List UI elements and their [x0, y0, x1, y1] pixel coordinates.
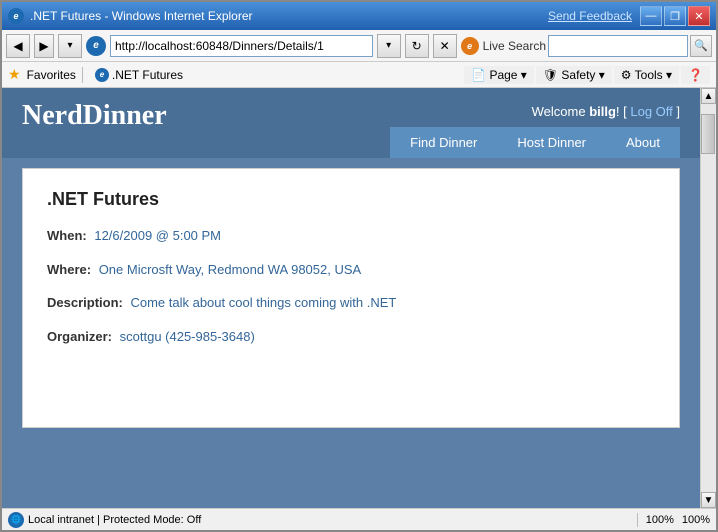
- nd-where-value: One Microsft Way, Redmond WA 98052, USA: [99, 262, 362, 277]
- minimize-button[interactable]: —: [640, 6, 662, 26]
- status-bar: 🌐 Local intranet | Protected Mode: Off 1…: [2, 508, 716, 530]
- nd-welcome-area: Welcome billg! [ Log Off ]: [532, 104, 680, 119]
- restore-button[interactable]: ❐: [664, 6, 686, 26]
- nd-welcome-text: Welcome: [532, 104, 590, 119]
- live-search-label: Live Search: [483, 39, 546, 53]
- window-title: .NET Futures - Windows Internet Explorer: [30, 9, 253, 23]
- tab-icon: e: [95, 68, 109, 82]
- nd-description-value: Come talk about cool things coming with …: [130, 295, 396, 310]
- browser-window: e .NET Futures - Windows Internet Explor…: [0, 0, 718, 532]
- page-menu-button[interactable]: 📄 Page ▾: [464, 66, 534, 84]
- help-button[interactable]: ❓: [681, 66, 710, 84]
- zoom-value: 100%: [682, 514, 710, 526]
- title-bar: e .NET Futures - Windows Internet Explor…: [2, 2, 716, 30]
- safety-menu-button[interactable]: 🛡 Safety ▾: [536, 66, 612, 84]
- browser-logo-icon: e: [8, 8, 24, 24]
- nd-description-field: Description: Come talk about cool things…: [47, 293, 655, 313]
- stop-button[interactable]: ✕: [433, 34, 457, 58]
- scroll-down-button[interactable]: ▼: [701, 492, 716, 508]
- refresh-button[interactable]: ↻: [405, 34, 429, 58]
- live-search-input[interactable]: [548, 35, 688, 57]
- scroll-thumb[interactable]: [701, 114, 715, 154]
- scroll-track[interactable]: [701, 104, 716, 492]
- nd-logo: NerdDinner: [22, 100, 167, 144]
- status-right: 100% 100%: [637, 513, 710, 527]
- status-zone: Local intranet | Protected Mode: Off: [28, 514, 201, 526]
- nd-header-right: Welcome billg! [ Log Off ] Find Dinner H…: [390, 100, 680, 158]
- address-input[interactable]: [110, 35, 373, 57]
- refresh-dropdown-button[interactable]: ▾: [377, 34, 401, 58]
- main-content: NerdDinner Welcome billg! [ Log Off ] Fi…: [2, 88, 700, 508]
- nd-sep2: ]: [673, 104, 680, 119]
- window-controls: — ❐ ✕: [640, 6, 710, 26]
- nd-organizer-field: Organizer: scottgu (425-985-3648): [47, 327, 655, 347]
- favorites-separator: [82, 67, 83, 83]
- favorites-star-icon: ★: [8, 66, 21, 83]
- nd-logoff-link[interactable]: Log Off: [630, 104, 672, 119]
- nd-description-label: Description:: [47, 295, 123, 310]
- nd-organizer-value: scottgu (425-985-3648): [120, 329, 255, 344]
- tools-menu-button[interactable]: ⚙ Tools ▾: [614, 66, 679, 84]
- status-left: 🌐 Local intranet | Protected Mode: Off: [8, 512, 637, 528]
- ie-icon: e: [86, 36, 106, 56]
- forward-button[interactable]: ▶: [34, 34, 54, 58]
- zone-icon: 🌐: [8, 512, 24, 528]
- close-button[interactable]: ✕: [688, 6, 710, 26]
- scroll-up-button[interactable]: ▲: [701, 88, 716, 104]
- scrollbar: ▲ ▼: [700, 88, 716, 508]
- address-bar: ◀ ▶ ▾ e ▾ ↻ ✕ e Live Search 🔍: [2, 30, 716, 62]
- live-search-icon: e: [461, 37, 479, 55]
- host-dinner-button[interactable]: Host Dinner: [497, 127, 606, 158]
- favorites-item-label: .NET Futures: [112, 68, 183, 82]
- search-go-button[interactable]: 🔍: [690, 35, 712, 57]
- title-bar-left: e .NET Futures - Windows Internet Explor…: [8, 8, 253, 24]
- status-divider: [637, 513, 638, 527]
- nd-where-field: Where: One Microsft Way, Redmond WA 9805…: [47, 260, 655, 280]
- live-search-bar: e Live Search 🔍: [461, 35, 712, 57]
- zoom-level[interactable]: 100%: [646, 514, 674, 526]
- nd-when-field: When: 12/6/2009 @ 5:00 PM: [47, 226, 655, 246]
- nd-nav: Find Dinner Host Dinner About: [390, 127, 680, 158]
- favorites-bar: ★ Favorites e .NET Futures 📄 Page ▾ 🛡 Sa…: [2, 62, 716, 88]
- nd-content-box: .NET Futures When: 12/6/2009 @ 5:00 PM W…: [22, 168, 680, 428]
- favorites-item-dotnet[interactable]: e .NET Futures: [89, 66, 189, 84]
- nd-where-label: Where:: [47, 262, 91, 277]
- nd-when-value: 12/6/2009 @ 5:00 PM: [94, 228, 221, 243]
- favorites-label[interactable]: Favorites: [27, 68, 76, 82]
- nd-header: NerdDinner Welcome billg! [ Log Off ] Fi…: [2, 88, 700, 158]
- nerddinner-page: NerdDinner Welcome billg! [ Log Off ] Fi…: [2, 88, 700, 508]
- nd-organizer-label: Organizer:: [47, 329, 112, 344]
- nd-content-wrapper: .NET Futures When: 12/6/2009 @ 5:00 PM W…: [2, 158, 700, 438]
- content-area: NerdDinner Welcome billg! [ Log Off ] Fi…: [2, 88, 716, 508]
- dropdown-button[interactable]: ▾: [58, 34, 82, 58]
- nd-username: billg: [589, 104, 616, 119]
- send-feedback-link[interactable]: Send Feedback: [548, 9, 632, 23]
- toolbar-right: 📄 Page ▾ 🛡 Safety ▾ ⚙ Tools ▾ ❓: [464, 66, 710, 84]
- nd-when-label: When:: [47, 228, 87, 243]
- nd-dinner-title: .NET Futures: [47, 189, 655, 210]
- about-button[interactable]: About: [606, 127, 680, 158]
- nd-sep1: ! [: [616, 104, 630, 119]
- find-dinner-button[interactable]: Find Dinner: [390, 127, 497, 158]
- back-button[interactable]: ◀: [6, 34, 30, 58]
